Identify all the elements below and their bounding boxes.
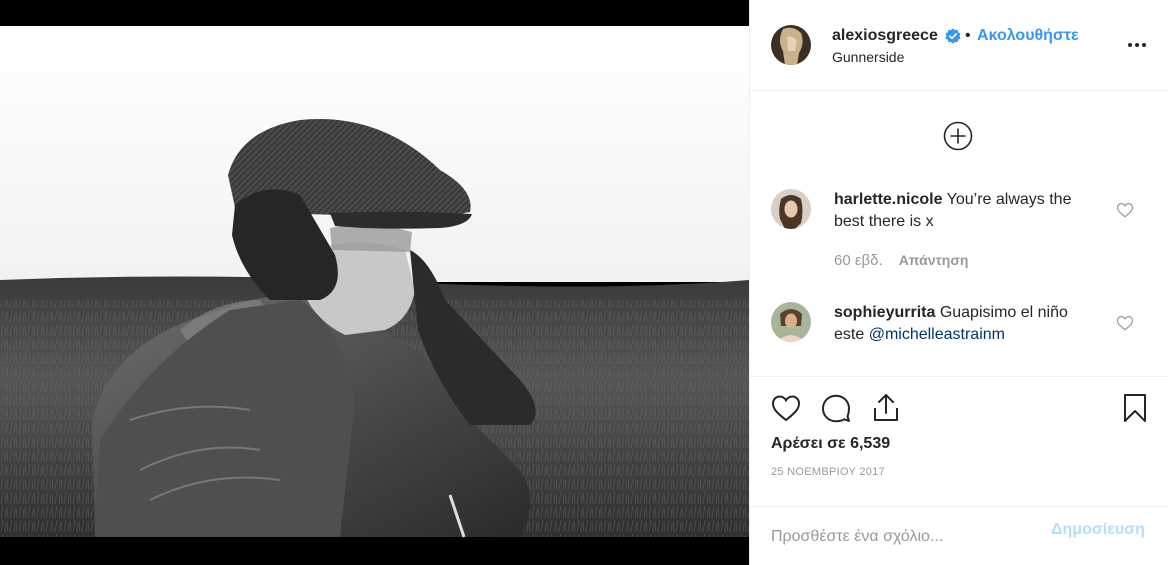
heart-outline-icon[interactable]: [770, 392, 802, 424]
likes-count[interactable]: Αρέσει σε 6,539: [771, 435, 890, 453]
comment-age[interactable]: 60 εβδ.: [834, 252, 883, 269]
post-modal: alexiosgreece • Ακολουθήστε Gunnerside h…: [0, 0, 1168, 565]
post-actions: Αρέσει σε 6,539 25 ΝΟΕΜΒΡΙΟΥ 2017: [750, 376, 1168, 506]
load-more-comments-icon[interactable]: [943, 121, 973, 151]
heart-outline-icon[interactable]: [1116, 314, 1134, 332]
post-header: alexiosgreece • Ακολουθήστε Gunnerside: [750, 0, 1168, 91]
author-username[interactable]: alexiosgreece: [832, 27, 938, 45]
comment-text: sophieyurrita Guapisimo el niño este @mi…: [834, 302, 1094, 346]
share-upload-icon[interactable]: [870, 392, 902, 424]
verified-badge-icon: [945, 28, 961, 44]
comment-username[interactable]: sophieyurrita: [834, 304, 935, 321]
author-avatar[interactable]: [771, 25, 811, 65]
post-comment-button[interactable]: Δημοσίευση: [1051, 521, 1145, 539]
comment-input[interactable]: [771, 519, 1051, 555]
comment-meta: 60 εβδ. Απάντηση: [834, 252, 968, 269]
header-separator: •: [965, 27, 971, 44]
post-date[interactable]: 25 ΝΟΕΜΒΡΙΟΥ 2017: [771, 466, 885, 478]
follow-button[interactable]: Ακολουθήστε: [977, 27, 1079, 45]
post-photo[interactable]: [0, 0, 749, 565]
post-location[interactable]: Gunnerside: [832, 49, 904, 65]
comments-list[interactable]: harlette.nicole You’re always the best t…: [750, 92, 1168, 370]
comment-mention[interactable]: @michelleastrainm: [869, 326, 1005, 343]
more-options-icon[interactable]: [1125, 33, 1149, 57]
comment-bubble-icon[interactable]: [820, 392, 852, 424]
comment-username[interactable]: harlette.nicole: [834, 191, 942, 208]
comment-text: harlette.nicole You’re always the best t…: [834, 189, 1094, 233]
commenter-avatar[interactable]: [771, 302, 811, 342]
photo-man-in-flat-cap-icon: [0, 0, 749, 565]
heart-outline-icon[interactable]: [1116, 201, 1134, 219]
comment-composer: Δημοσίευση: [750, 506, 1168, 565]
bookmark-icon[interactable]: [1119, 392, 1151, 424]
commenter-avatar[interactable]: [771, 189, 811, 229]
post-side-panel: alexiosgreece • Ακολουθήστε Gunnerside h…: [749, 0, 1168, 565]
reply-button[interactable]: Απάντηση: [899, 252, 969, 268]
